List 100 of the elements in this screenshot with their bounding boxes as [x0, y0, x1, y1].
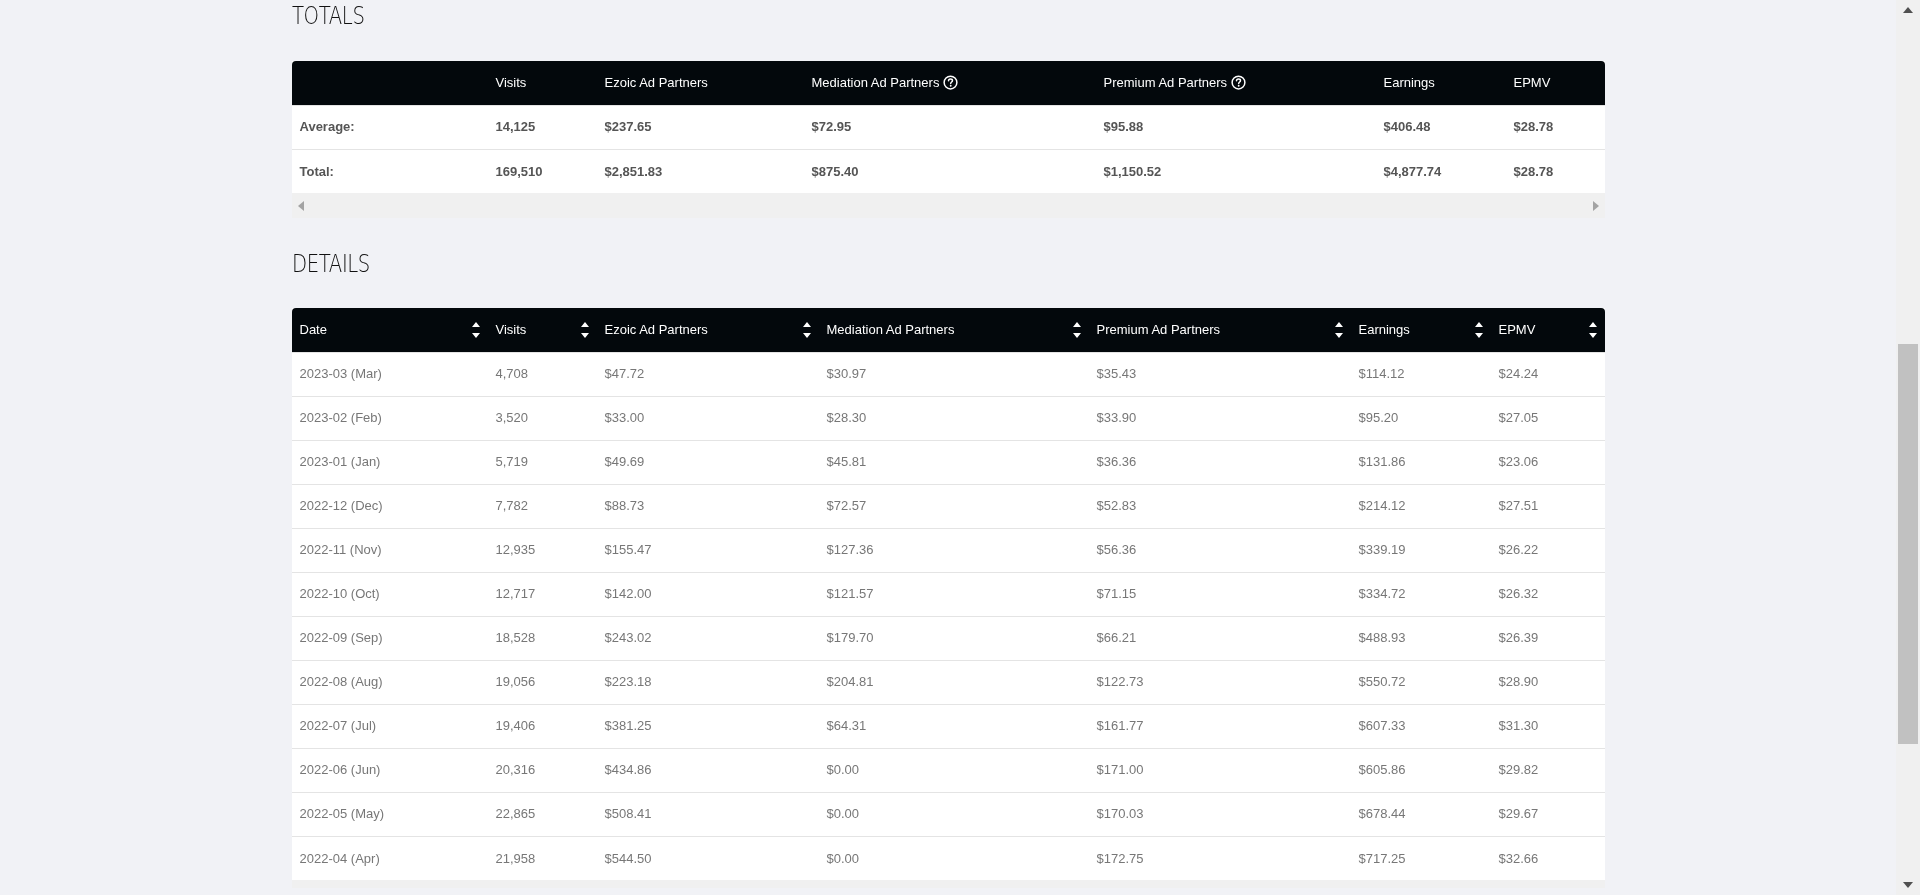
- table-cell: $142.00: [596, 572, 819, 616]
- column-header: Ezoic Ad Partners: [604, 75, 708, 90]
- table-cell: $214.12: [1350, 484, 1491, 528]
- table-cell: 19,406: [487, 704, 597, 748]
- table-cell: 7,782: [487, 484, 597, 528]
- sortable-column-header[interactable]: Premium Ad Partners: [1088, 308, 1351, 352]
- table-cell: 2022-11 (Nov): [291, 528, 488, 572]
- table-cell: $28.30: [818, 396, 1089, 440]
- help-icon[interactable]: [1231, 75, 1247, 90]
- table-cell: $28.90: [1490, 660, 1605, 704]
- table-cell: $155.47: [596, 528, 819, 572]
- scroll-down-icon[interactable]: [1903, 882, 1913, 888]
- sortable-column-header[interactable]: Earnings: [1350, 308, 1491, 352]
- table-cell: $56.36: [1088, 528, 1351, 572]
- sortable-column-header[interactable]: EPMV: [1490, 308, 1605, 352]
- table-cell: $550.72: [1350, 660, 1491, 704]
- table-cell: 18,528: [487, 616, 597, 660]
- table-cell: $31.30: [1490, 704, 1605, 748]
- sortable-column-header[interactable]: Ezoic Ad Partners: [596, 308, 819, 352]
- table-cell: 2022-06 (Jun): [291, 748, 488, 792]
- table-cell: $26.22: [1490, 528, 1605, 572]
- section-heading: DETAILS: [291, 252, 370, 276]
- table-cell: $237.65: [596, 105, 804, 149]
- table-cell: 2022-10 (Oct): [291, 572, 488, 616]
- table-cell: $0.00: [818, 792, 1089, 836]
- section-heading: TOTALS: [291, 4, 364, 28]
- table-cell: $26.32: [1490, 572, 1605, 616]
- table-cell: $0.00: [818, 748, 1089, 792]
- sortable-column-header[interactable]: Date: [291, 308, 488, 352]
- table-cell: $179.70: [818, 616, 1089, 660]
- table-cell: 12,717: [487, 572, 597, 616]
- table-cell: $488.93: [1350, 616, 1491, 660]
- table-cell: 22,865: [487, 792, 597, 836]
- table-cell: $64.31: [818, 704, 1089, 748]
- vertical-scrollbar[interactable]: [1896, 0, 1920, 895]
- table-cell: $204.81: [818, 660, 1089, 704]
- table-cell: $95.88: [1095, 105, 1376, 149]
- table-cell: $170.03: [1088, 792, 1351, 836]
- table-cell: $66.21: [1088, 616, 1351, 660]
- table-cell: $121.57: [818, 572, 1089, 616]
- sort-icon[interactable]: [1474, 321, 1483, 338]
- table-cell: $27.05: [1490, 396, 1605, 440]
- column-header: EPMV: [1513, 75, 1551, 90]
- sort-icon[interactable]: [580, 321, 589, 338]
- table-cell: $23.06: [1490, 440, 1605, 484]
- table-cell: $161.77: [1088, 704, 1351, 748]
- help-icon[interactable]: [943, 75, 959, 90]
- table-cell: 12,935: [487, 528, 597, 572]
- table-cell: $171.00: [1088, 748, 1351, 792]
- table-cell: 2022-09 (Sep): [291, 616, 488, 660]
- table-cell: $29.82: [1490, 748, 1605, 792]
- sort-icon[interactable]: [1588, 321, 1597, 338]
- table-cell: $223.18: [596, 660, 819, 704]
- sort-icon[interactable]: [1072, 321, 1081, 338]
- table-cell: $45.81: [818, 440, 1089, 484]
- table-cell: $127.36: [818, 528, 1089, 572]
- table-cell: $114.12: [1350, 352, 1491, 396]
- table-cell: 2023-02 (Feb): [291, 396, 488, 440]
- table-cell: 2022-12 (Dec): [291, 484, 488, 528]
- table-cell: $72.95: [803, 105, 1096, 149]
- table-cell: 4,708: [487, 352, 597, 396]
- table-cell: $406.48: [1375, 105, 1506, 149]
- sort-icon[interactable]: [1334, 321, 1343, 338]
- table-cell: $605.86: [1350, 748, 1491, 792]
- sort-icon[interactable]: [802, 321, 811, 338]
- table-cell: $49.69: [596, 440, 819, 484]
- table-cell: $508.41: [596, 792, 819, 836]
- table-cell: $71.15: [1088, 572, 1351, 616]
- sortable-column-header[interactable]: Visits: [487, 308, 597, 352]
- table-cell: 3,520: [487, 396, 597, 440]
- column-header: Earnings: [1383, 75, 1435, 90]
- table-cell: 5,719: [487, 440, 597, 484]
- table-cell: $33.90: [1088, 396, 1351, 440]
- table-cell: 2022-05 (May): [291, 792, 488, 836]
- table-cell: $52.83: [1088, 484, 1351, 528]
- table-cell: $88.73: [596, 484, 819, 528]
- column-header: Visits: [495, 75, 527, 90]
- table-cell: $27.51: [1490, 484, 1605, 528]
- table-cell: 20,316: [487, 748, 597, 792]
- table-cell: $30.97: [818, 352, 1089, 396]
- table-cell: $339.19: [1350, 528, 1491, 572]
- table-cell: $122.73: [1088, 660, 1351, 704]
- table-cell: $47.72: [596, 352, 819, 396]
- table-cell: 19,056: [487, 660, 597, 704]
- sort-icon[interactable]: [471, 321, 480, 338]
- table-cell: $678.44: [1350, 792, 1491, 836]
- table-cell: $35.43: [1088, 352, 1351, 396]
- table-cell: $24.24: [1490, 352, 1605, 396]
- scrollbar-thumb[interactable]: [1898, 344, 1918, 744]
- table-cell: $334.72: [1350, 572, 1491, 616]
- table-cell: $72.57: [818, 484, 1089, 528]
- table-cell: $243.02: [596, 616, 819, 660]
- table-cell: $33.00: [596, 396, 819, 440]
- table-cell: $131.86: [1350, 440, 1491, 484]
- sortable-column-header[interactable]: Mediation Ad Partners: [818, 308, 1089, 352]
- scroll-up-icon[interactable]: [1903, 7, 1913, 13]
- row-label: Average:: [291, 105, 488, 149]
- table-cell: 2023-03 (Mar): [291, 352, 488, 396]
- table-cell: $607.33: [1350, 704, 1491, 748]
- table-cell: $95.20: [1350, 396, 1491, 440]
